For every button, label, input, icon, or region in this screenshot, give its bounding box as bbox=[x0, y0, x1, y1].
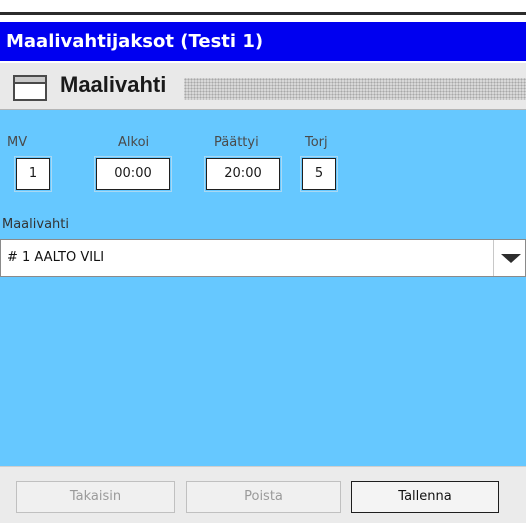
save-button[interactable]: Tallenna bbox=[351, 481, 499, 513]
delete-button[interactable]: Poista bbox=[186, 481, 341, 513]
window-top-border bbox=[0, 12, 526, 15]
saves-label: Torj bbox=[305, 135, 328, 150]
panel-title: Maalivahti bbox=[60, 72, 167, 97]
start-time-field[interactable]: 00:00 bbox=[94, 156, 172, 192]
saves-field[interactable]: 5 bbox=[300, 156, 338, 192]
panel-header: Maalivahti bbox=[0, 61, 526, 110]
start-label: Alkoi bbox=[118, 135, 150, 150]
end-label: Päättyi bbox=[214, 135, 259, 150]
mv-label: MV bbox=[7, 135, 28, 150]
chevron-down-icon[interactable] bbox=[493, 240, 525, 276]
goalkeeper-selected-value: # 1 AALTO VILI bbox=[7, 250, 105, 265]
goalkeeper-label: Maalivahti bbox=[2, 217, 69, 232]
goalkeeper-select[interactable]: # 1 AALTO VILI bbox=[0, 239, 526, 277]
back-button[interactable]: Takaisin bbox=[16, 481, 175, 513]
panel-header-pattern bbox=[184, 78, 526, 100]
window-title: Maalivahtijaksot (Testi 1) bbox=[0, 22, 526, 61]
end-time-field[interactable]: 20:00 bbox=[204, 156, 282, 192]
mv-field[interactable]: 1 bbox=[14, 156, 52, 192]
window-icon bbox=[13, 75, 47, 101]
